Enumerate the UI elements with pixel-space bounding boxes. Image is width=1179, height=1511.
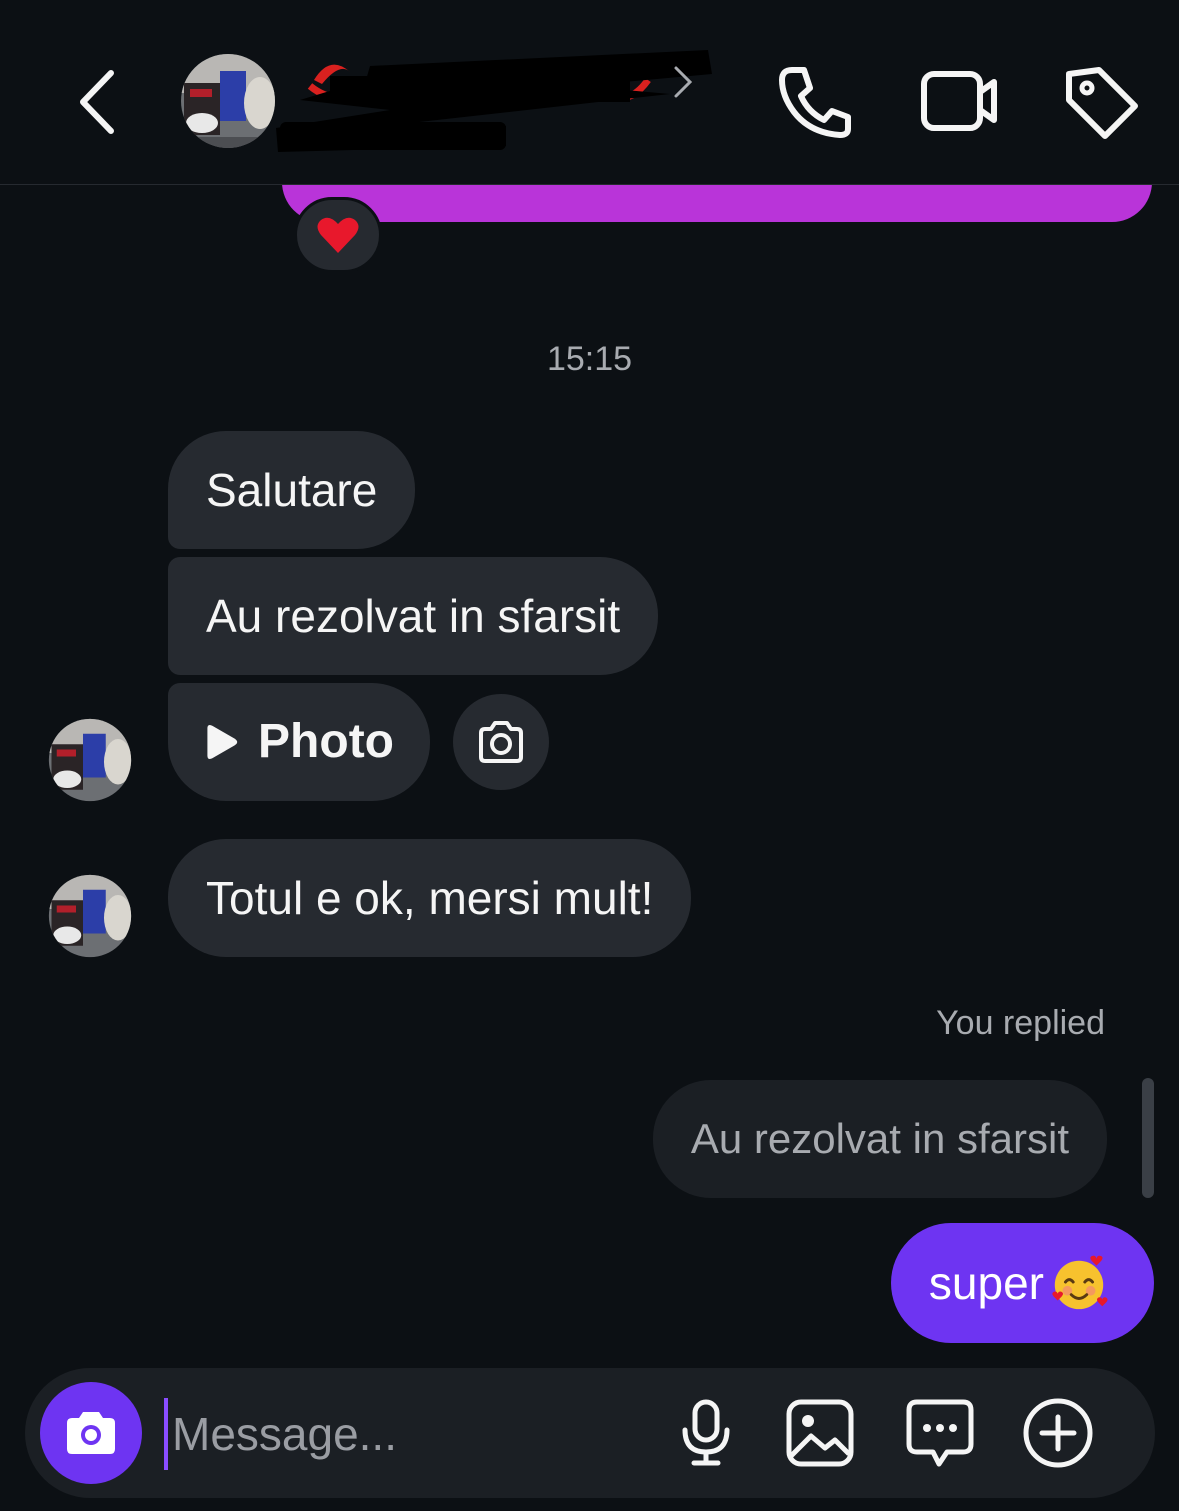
chevron-right-icon[interactable]	[668, 62, 698, 102]
camera-button[interactable]	[40, 1382, 142, 1484]
reaction-badge[interactable]	[294, 197, 382, 273]
play-icon	[207, 724, 238, 760]
contact-avatar[interactable]	[180, 53, 276, 149]
chat-screen: 15:15 Salutare Au rezolvat in sfarsit Ph…	[0, 0, 1179, 1511]
outgoing-message[interactable]: super	[890, 1223, 1154, 1343]
back-button[interactable]	[62, 62, 132, 142]
camera-icon	[67, 1412, 115, 1454]
phone-icon	[779, 67, 851, 138]
timestamp: 15:15	[546, 340, 633, 378]
plus-circle-icon	[1023, 1398, 1093, 1468]
sticker-chat-icon	[906, 1399, 974, 1467]
reply-with-camera-button[interactable]	[453, 694, 549, 790]
more-options-button[interactable]	[1020, 1395, 1096, 1471]
smiling-face-with-hearts-emoji-icon	[1052, 1255, 1108, 1310]
voice-call-button[interactable]	[770, 60, 860, 140]
message-input[interactable]	[164, 1398, 644, 1470]
reply-indicator-bar	[1142, 1078, 1154, 1198]
redacted-contact-name[interactable]	[270, 40, 720, 160]
photo-label: Photo	[258, 715, 394, 768]
camera-icon	[479, 721, 523, 763]
tag-button[interactable]	[1055, 60, 1145, 140]
sticker-button[interactable]	[902, 1395, 978, 1471]
gallery-button[interactable]	[782, 1395, 858, 1471]
voice-message-button[interactable]	[668, 1395, 744, 1471]
video-camera-icon	[921, 71, 997, 131]
video-call-button[interactable]	[910, 60, 1005, 140]
microphone-icon	[682, 1399, 730, 1466]
incoming-message[interactable]: Salutare	[168, 431, 416, 549]
outgoing-message-text: super	[928, 1257, 1044, 1309]
sender-avatar[interactable]	[48, 718, 132, 802]
photo-message[interactable]: Photo	[168, 683, 430, 801]
reply-context-label: You replied	[936, 1004, 1105, 1042]
incoming-message[interactable]: Totul e ok, mersi mult!	[168, 839, 692, 957]
image-icon	[786, 1399, 854, 1467]
tag-icon	[1066, 67, 1138, 139]
incoming-message[interactable]: Au rezolvat in sfarsit	[168, 557, 659, 675]
quoted-message[interactable]: Au rezolvat in sfarsit	[652, 1080, 1107, 1198]
chat-header	[0, 0, 1179, 185]
chevron-left-icon	[80, 70, 114, 134]
sender-avatar[interactable]	[48, 874, 132, 958]
heart-icon	[317, 217, 359, 253]
